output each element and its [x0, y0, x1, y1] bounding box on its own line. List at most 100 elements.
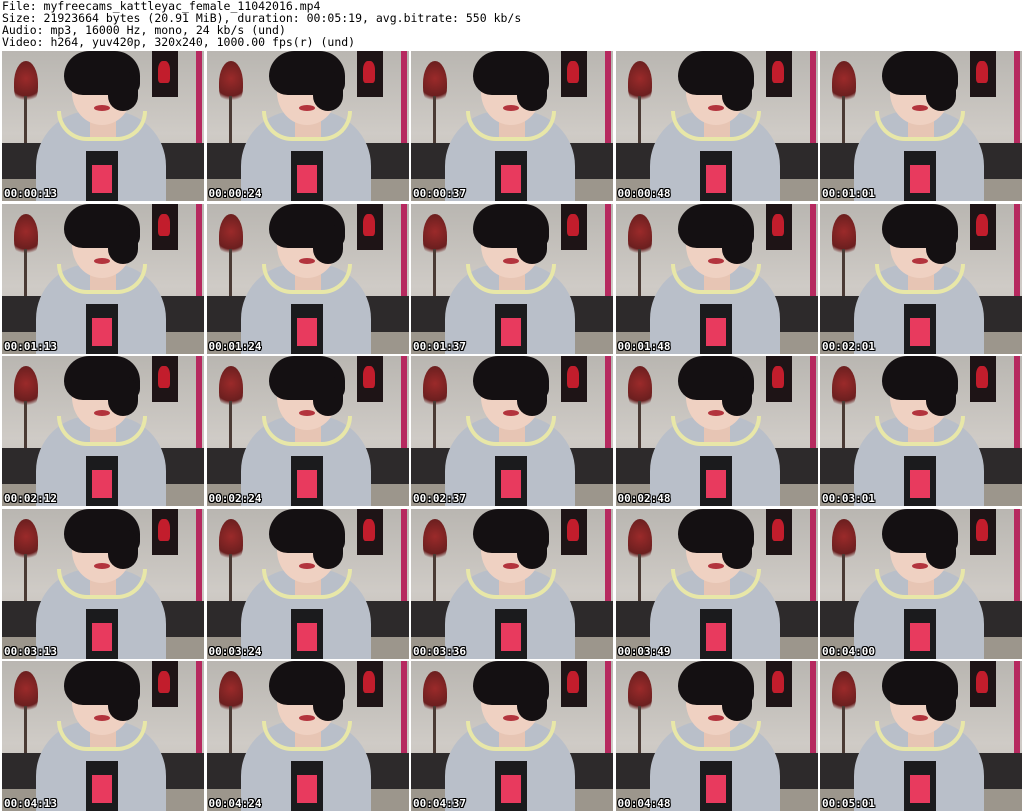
shirt [86, 761, 118, 811]
hair [882, 51, 958, 111]
shirt [495, 608, 527, 659]
frame-timestamp: 00:01:01 [822, 187, 875, 200]
wall-poster [970, 51, 996, 97]
hair [268, 203, 345, 264]
wall-poster [152, 203, 178, 250]
video-info-line: Video: h264, yuv420p, 320x240, 1000.00 f… [2, 35, 356, 49]
hair [473, 508, 549, 569]
video-frame-thumbnail: 00:02:01 [820, 203, 1022, 354]
shirt [86, 456, 118, 506]
frame-timestamp: 00:02:01 [822, 339, 875, 353]
frame-timestamp: 00:02:12 [4, 492, 57, 505]
frame-timestamp: 00:01:48 [617, 339, 671, 353]
shirt [86, 303, 118, 354]
video-frame-thumbnail: 00:00:24 [206, 51, 409, 201]
frame-timestamp: 00:04:00 [822, 644, 875, 658]
shirt [290, 761, 323, 811]
wall-poster [356, 203, 383, 250]
wall-poster [970, 203, 996, 250]
frame-timestamp: 00:04:13 [4, 797, 57, 810]
shirt [904, 761, 936, 811]
frame-timestamp: 00:03:01 [822, 492, 875, 505]
hair [473, 661, 549, 721]
hair [268, 661, 345, 721]
wall-poster [561, 203, 587, 250]
hair [882, 508, 958, 569]
shirt [699, 151, 732, 201]
hair [268, 356, 345, 416]
video-frame-thumbnail: 00:03:13 [2, 508, 204, 659]
shirt [495, 456, 527, 506]
frame-timestamp: 00:02:48 [617, 492, 671, 505]
shirt [290, 151, 323, 201]
hair [882, 661, 958, 721]
hair [677, 508, 754, 569]
wall-poster [356, 51, 383, 97]
hair [473, 51, 549, 111]
wall-poster [765, 508, 792, 555]
video-frame-thumbnail: 00:01:48 [615, 203, 818, 354]
shirt [86, 151, 118, 201]
video-frame-thumbnail: 00:02:24 [206, 356, 409, 506]
hair [64, 661, 140, 721]
video-frame-thumbnail: 00:03:36 [411, 508, 613, 659]
video-frame-thumbnail: 00:02:37 [411, 356, 613, 506]
hair [677, 51, 754, 111]
hair [882, 203, 958, 264]
frame-timestamp: 00:02:24 [208, 492, 262, 505]
hair [64, 356, 140, 416]
frame-timestamp: 00:04:24 [208, 797, 262, 810]
video-frame-thumbnail: 00:02:48 [615, 356, 818, 506]
hair [64, 508, 140, 569]
shirt [86, 608, 118, 659]
hair [882, 356, 958, 416]
frame-timestamp: 00:04:37 [413, 797, 466, 810]
wall-poster [561, 356, 587, 402]
video-frame-thumbnail: 00:00:37 [411, 51, 613, 201]
frame-timestamp: 00:03:13 [4, 644, 57, 658]
wall-poster [152, 661, 178, 707]
video-frame-thumbnail: 00:04:00 [820, 508, 1022, 659]
frame-timestamp: 00:03:36 [413, 644, 466, 658]
wall-poster [970, 508, 996, 555]
hair [268, 51, 345, 111]
wall-poster [765, 203, 792, 250]
video-frame-thumbnail: 00:04:24 [206, 661, 409, 811]
hair [64, 51, 140, 111]
wall-poster [970, 356, 996, 402]
wall-poster [561, 508, 587, 555]
frame-timestamp: 00:01:13 [4, 339, 57, 353]
shirt [290, 456, 323, 506]
frame-timestamp: 00:00:24 [208, 187, 262, 200]
wall-poster [765, 356, 792, 402]
shirt [699, 456, 732, 506]
video-frame-thumbnail: 00:00:13 [2, 51, 204, 201]
wall-poster [765, 51, 792, 97]
hair [473, 203, 549, 264]
hair [677, 203, 754, 264]
frame-timestamp: 00:00:13 [4, 187, 57, 200]
shirt [495, 303, 527, 354]
video-frame-thumbnail: 00:01:13 [2, 203, 204, 354]
hair [473, 356, 549, 416]
thumbnail-grid: 00:00:13 00:00:24 00:00:37 00:00:48 00:01:01… [2, 51, 1022, 811]
video-frame-thumbnail: 00:01:37 [411, 203, 613, 354]
wall-poster [356, 356, 383, 402]
hair [677, 661, 754, 721]
hair [677, 356, 754, 416]
wall-poster [152, 51, 178, 97]
shirt [699, 303, 732, 354]
shirt [904, 303, 936, 354]
shirt [904, 151, 936, 201]
video-frame-thumbnail: 00:01:24 [206, 203, 409, 354]
frame-timestamp: 00:04:48 [617, 797, 671, 810]
hair [64, 203, 140, 264]
video-frame-thumbnail: 00:03:24 [206, 508, 409, 659]
shirt [699, 761, 732, 811]
wall-poster [356, 508, 383, 555]
wall-poster [765, 661, 792, 707]
frame-timestamp: 00:00:48 [617, 187, 671, 200]
frame-timestamp: 00:01:24 [208, 339, 262, 353]
shirt [699, 608, 732, 659]
shirt [495, 761, 527, 811]
